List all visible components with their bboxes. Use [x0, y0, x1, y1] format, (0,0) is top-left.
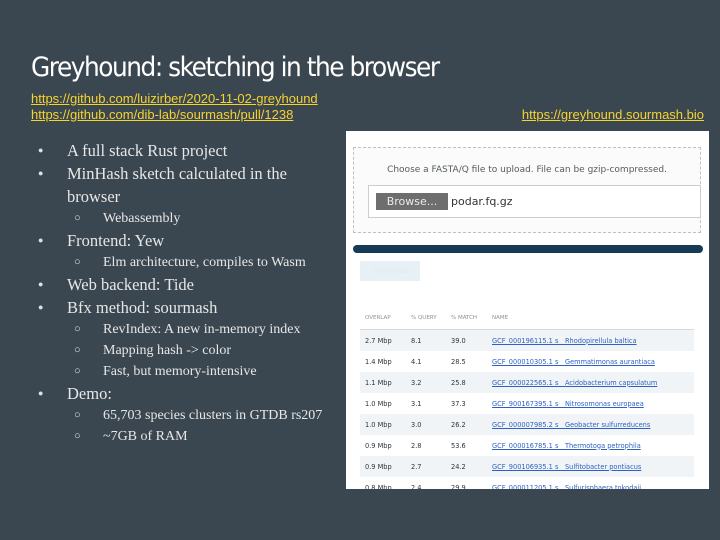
table-row: 1.0 Mbp 3.1 37.3 GCF_900167395.1 s__Nitroso…	[360, 393, 694, 414]
sub-bullet-item: Fast, but memory-intensive	[36, 361, 336, 382]
table-cell-name: GCF_000007985.2 s__Geobacter sulfurreduc…	[487, 414, 694, 435]
table-cell-name: GCF_900167395.1 s__Nitrosomonas europaea	[487, 393, 694, 414]
sub-bullet-item: 65,703 species clusters in GTDB rs207	[36, 405, 336, 426]
slide-title: Greyhound: sketching in the browser	[31, 52, 440, 83]
table-cell: 3.1	[411, 399, 422, 408]
table-cell-name: GCF_000016785.1 s__Thermotoga petrophila	[487, 435, 694, 456]
bullet-item: Bfx method: sourmash	[36, 296, 336, 319]
column-header: % QUERY	[406, 306, 446, 330]
table-cell: 2.8	[411, 441, 422, 450]
bullet-item: Frontend: Yew	[36, 229, 336, 252]
table-cell-name: GCF_000022565.1 s__Acidobacterium capsul…	[487, 372, 694, 393]
bullet-item: Web backend: Tide	[36, 273, 336, 296]
genome-link[interactable]: GCF_900167395.1 s__Nitrosomonas europaea	[492, 400, 644, 408]
table-cell: 1.0 Mbp	[365, 399, 392, 408]
table-cell: 2.4	[411, 483, 422, 490]
table-cell: 53.6	[451, 441, 466, 450]
column-header: OVERLAP	[360, 306, 406, 330]
bullet-list: A full stack Rust projectMinHash sketch …	[36, 139, 336, 447]
sub-bullet-item: Mapping hash -> color	[36, 340, 336, 361]
table-cell: 0.9 Mbp	[365, 441, 392, 450]
table-cell: 1.4 Mbp	[365, 357, 392, 366]
table-cell: 0.9 Mbp	[360, 456, 406, 477]
genome-link[interactable]: GCF_000007985.2 s__Geobacter sulfurreduc…	[492, 421, 650, 429]
upload-dropzone[interactable]: Choose a FASTA/Q file to upload. File ca…	[353, 147, 701, 233]
table-cell: 25.8	[446, 372, 487, 393]
table-row: 0.8 Mbp 2.4 29.9 GCF_000011205.1 s__Sulfuri…	[360, 477, 694, 490]
progress-bar	[353, 245, 703, 253]
sub-bullet-item: Elm architecture, compiles to Wasm	[36, 252, 336, 273]
bullet-item: MinHash sketch calculated in the browser	[36, 162, 336, 208]
table-row: 0.9 Mbp 2.8 53.6 GCF_000016785.1 s__Thermot…	[360, 435, 694, 456]
browse-button[interactable]: Browse...	[376, 193, 448, 210]
file-input[interactable]: Browse... podar.fq.gz	[368, 185, 701, 218]
link-greyhound-repo[interactable]: https://github.com/luizirber/2020-11-02-…	[31, 91, 318, 106]
table-cell: 28.5	[451, 357, 466, 366]
sub-bullet-item: RevIndex: A new in-memory index	[36, 319, 336, 340]
genome-link[interactable]: GCF_000011205.1 s__Sulfurisphaera tokoda…	[492, 484, 641, 490]
genome-link[interactable]: GCF_000016785.1 s__Thermotoga petrophila	[492, 442, 641, 450]
table-cell: 37.3	[451, 399, 466, 408]
table-cell: 29.9	[451, 483, 466, 490]
table-cell: 4.1	[411, 357, 422, 366]
genome-link[interactable]: GCF_000022565.1 s__Acidobacterium capsul…	[492, 379, 657, 387]
table-cell: 1.0 Mbp	[360, 414, 406, 435]
table-cell: 2.7	[406, 456, 446, 477]
table-cell: 3.0	[406, 414, 446, 435]
table-cell: 24.2	[446, 456, 487, 477]
table-cell-name: GCF_000010305.1 s__Gemmatimonas aurantia…	[487, 351, 694, 372]
table-row: 1.4 Mbp 4.1 28.5 GCF_000010305.1 s__Gemmati…	[360, 351, 694, 372]
table-cell-name: GCF_000196115.1 s__Rhodopirellula baltic…	[487, 329, 694, 351]
genome-link[interactable]: GCF_000196115.1 s__Rhodopirellula baltic…	[492, 337, 637, 345]
table-row: 1.1 Mbp 3.2 25.8 GCF_000022565.1 s__Acidoba…	[360, 372, 694, 393]
column-header: NAME	[487, 306, 694, 330]
download-button[interactable]: Download	[360, 261, 420, 281]
table-cell: 8.1	[406, 329, 446, 351]
upload-prompt: Choose a FASTA/Q file to upload. File ca…	[387, 165, 667, 175]
table-cell-name: GCF_900106935.1 s__Sulfitobacter pontiac…	[487, 456, 694, 477]
genome-link[interactable]: GCF_000010305.1 s__Gemmatimonas aurantia…	[492, 358, 655, 366]
table-cell: 39.0	[446, 329, 487, 351]
sub-bullet-item: Webassembly	[36, 208, 336, 229]
table-cell: 0.8 Mbp	[365, 483, 392, 490]
table-cell-name: GCF_000011205.1 s__Sulfurisphaera tokoda…	[487, 477, 694, 490]
table-cell: 1.1 Mbp	[360, 372, 406, 393]
table-header-row: OVERLAP% QUERY% MATCH NAME	[360, 306, 694, 330]
selected-file-name: podar.fq.gz	[451, 195, 513, 208]
column-header: % MATCH	[446, 306, 487, 330]
table-row: 2.7 Mbp 8.1 39.0 GCF_000196115.1 s__Rhodopi…	[360, 329, 694, 351]
link-sourmash-pull[interactable]: https://github.com/dib-lab/sourmash/pull…	[31, 107, 293, 122]
bullet-item: A full stack Rust project	[36, 139, 336, 162]
genome-link[interactable]: GCF_900106935.1 s__Sulfitobacter pontiac…	[492, 463, 641, 471]
table-cell: 2.7 Mbp	[360, 329, 406, 351]
table-cell: 3.2	[406, 372, 446, 393]
table-row: 1.0 Mbp 3.0 26.2 GCF_000007985.2 s__Geobact…	[360, 414, 694, 435]
sub-bullet-item: ~7GB of RAM	[36, 426, 336, 447]
table-cell: 26.2	[446, 414, 487, 435]
link-greyhound-site[interactable]: https://greyhound.sourmash.bio	[522, 107, 704, 122]
table-body: 2.7 Mbp 8.1 39.0 GCF_000196115.1 s__Rhodopi…	[360, 329, 694, 490]
results-table: OVERLAP% QUERY% MATCH NAME 2.7 Mbp 8.1 39.0…	[360, 306, 694, 489]
bullet-item: Demo:	[36, 382, 336, 405]
greyhound-app-screenshot: Choose a FASTA/Q file to upload. File ca…	[346, 131, 709, 489]
table-row: 0.9 Mbp 2.7 24.2 GCF_900106935.1 s__Sulfito…	[360, 456, 694, 477]
